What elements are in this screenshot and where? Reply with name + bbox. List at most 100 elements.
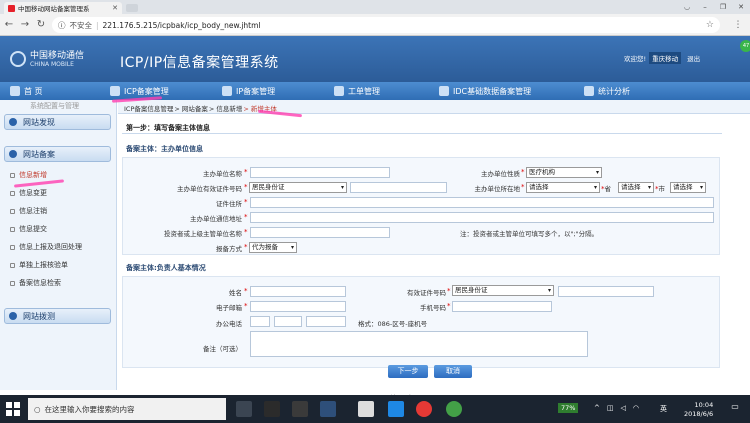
org-cert-type-select[interactable]: 居民身份证 xyxy=(249,182,347,193)
org-location-label: 主办单位所在地 xyxy=(474,185,521,193)
network-icon[interactable]: ◫ xyxy=(607,404,614,412)
report-method-select[interactable]: 代为报备 xyxy=(249,242,297,253)
required-mark: * xyxy=(521,183,525,191)
windows-start-icon[interactable] xyxy=(4,400,22,418)
sidebar-item-submit[interactable]: 信息提交 xyxy=(10,222,47,236)
browser-menu-icon[interactable]: ⋮ xyxy=(732,17,744,33)
edge-browser-icon[interactable] xyxy=(388,401,404,417)
forward-button[interactable]: → xyxy=(18,17,32,33)
name-input[interactable] xyxy=(250,286,346,297)
required-mark: * xyxy=(244,243,248,251)
bullet-icon xyxy=(10,190,15,196)
contact-address-input[interactable] xyxy=(250,212,714,223)
reload-button[interactable]: ↻ xyxy=(34,17,48,33)
required-mark: * xyxy=(244,228,248,236)
email-input[interactable] xyxy=(250,301,346,312)
ime-indicator[interactable]: 英 xyxy=(660,404,667,414)
notification-icon[interactable]: ▭ xyxy=(728,402,742,418)
new-tab-button[interactable] xyxy=(126,4,138,12)
phone-country-input[interactable] xyxy=(250,316,270,327)
section-org-title: 备案主体：主办单位信息 xyxy=(126,145,203,153)
nav-idc-management[interactable]: IDC基础数据备案管理 xyxy=(429,82,574,100)
id-type-select[interactable]: 居民身份证 xyxy=(452,285,554,296)
back-button[interactable]: ← xyxy=(2,17,16,33)
cancel-button[interactable]: 取消 xyxy=(434,365,472,378)
sidebar-item-search[interactable]: 备案信息检索 xyxy=(10,276,61,290)
globe-icon xyxy=(439,86,449,96)
org-nature-select[interactable]: 医疗机构 xyxy=(526,167,602,178)
bookmark-star-icon[interactable]: ☆ xyxy=(706,20,714,30)
name-label: 姓名 xyxy=(229,289,242,297)
info-icon[interactable]: ⓘ xyxy=(58,20,66,31)
maximize-button[interactable]: ❐ xyxy=(714,0,732,14)
close-window-button[interactable]: ✕ xyxy=(732,0,750,14)
nav-ip-management[interactable]: IP备案管理 xyxy=(212,82,324,100)
arrow-circle-icon xyxy=(9,312,17,320)
taskbar-search-box[interactable]: ○ 在这里输入你要搜索的内容 xyxy=(28,398,226,420)
shield-icon xyxy=(222,86,232,96)
search-placeholder: 在这里输入你要搜索的内容 xyxy=(44,404,135,414)
media-icon[interactable] xyxy=(264,401,280,417)
county-select[interactable]: 请选择 xyxy=(670,182,706,193)
security-label: 不安全 xyxy=(69,20,93,30)
remark-textarea[interactable] xyxy=(250,331,588,357)
user-icon[interactable]: ◡ xyxy=(678,0,696,14)
logout-link[interactable]: 退出 xyxy=(684,52,703,64)
phone-number-input[interactable] xyxy=(306,316,346,327)
sidebar-item-report[interactable]: 信息上报及退回处理 xyxy=(10,240,82,254)
sidebar-item-change[interactable]: 信息变更 xyxy=(10,186,47,200)
nav-statistics[interactable]: 统计分析 xyxy=(574,82,674,100)
breadcrumb-item[interactable]: > 信息新增 xyxy=(209,103,243,113)
chevron-up-icon[interactable]: ^ xyxy=(594,404,600,412)
cert-address-input[interactable] xyxy=(250,197,714,208)
arrow-circle-icon xyxy=(9,150,17,158)
app-icon[interactable] xyxy=(292,401,308,417)
bullet-icon xyxy=(10,172,15,178)
volume-icon[interactable]: ◁ xyxy=(621,404,626,412)
wechat-icon[interactable] xyxy=(446,401,462,417)
next-step-button[interactable]: 下一步 xyxy=(388,365,428,378)
address-bar[interactable]: ⓘ 不安全 | 221.176.5.215/icpbak/icp_body_ne… xyxy=(52,17,720,33)
browser-tab[interactable]: 中国移动网站备案管理系 ✕ xyxy=(4,2,122,14)
mobile-input[interactable] xyxy=(452,301,552,312)
step-title: 第一步：填写备案主体信息 xyxy=(122,122,722,134)
org-name-label: 主办单位名称 xyxy=(203,170,242,178)
sidebar-item-cancel[interactable]: 信息注销 xyxy=(10,204,47,218)
nav-home[interactable]: 首 页 xyxy=(0,82,100,100)
phone-format-hint: 格式：086-区号-座机号 xyxy=(358,320,428,328)
province-select[interactable]: 请选择 xyxy=(526,182,600,193)
chrome-browser-icon[interactable] xyxy=(416,401,432,417)
home-icon xyxy=(10,86,20,96)
system-clock[interactable]: 10:04 2018/6/6 xyxy=(684,401,713,419)
tab-close-icon[interactable]: ✕ xyxy=(112,4,118,12)
breadcrumb-item[interactable]: ICP备案信息管理 xyxy=(124,103,173,113)
phone-area-input[interactable] xyxy=(274,316,302,327)
sidebar-item-verify[interactable]: 单独上报核验单 xyxy=(10,258,68,272)
url-text[interactable]: 221.176.5.215/icpbak/icp_body_new.jhtml xyxy=(103,21,261,30)
mail-icon[interactable] xyxy=(358,401,374,417)
city-select[interactable]: 请选择 xyxy=(618,182,654,193)
store-icon[interactable] xyxy=(320,401,336,417)
nav-ticket-management[interactable]: 工单管理 xyxy=(324,82,429,100)
investor-input[interactable] xyxy=(250,227,390,238)
site-favicon-icon xyxy=(8,4,15,12)
remark-label: 备注（可选） xyxy=(203,345,242,353)
mobile-label: 手机号码 xyxy=(420,304,446,312)
wifi-icon[interactable]: ◠ xyxy=(633,404,639,412)
separator: | xyxy=(96,20,99,30)
org-cert-number-input[interactable] xyxy=(350,182,447,193)
sidebar-section-discovery[interactable]: 网站发现 xyxy=(4,114,111,130)
breadcrumb-item[interactable]: > 网站备案 xyxy=(174,103,208,113)
china-mobile-logo: 中国移动通信 CHINA MOBILE xyxy=(10,44,105,74)
task-view-icon[interactable] xyxy=(236,401,252,417)
floating-badge[interactable]: 47 xyxy=(740,40,750,52)
bullet-icon xyxy=(10,226,15,232)
org-name-input[interactable] xyxy=(250,167,390,178)
sidebar-item-new[interactable]: 信息新增 xyxy=(10,168,47,182)
minimize-button[interactable]: – xyxy=(696,0,714,14)
battery-indicator[interactable]: 77% xyxy=(558,403,579,413)
sidebar-section-probe[interactable]: 网站拨测 xyxy=(4,308,111,324)
id-number-input[interactable] xyxy=(558,286,654,297)
system-tray[interactable]: ^ ◫ ◁ ◠ xyxy=(594,404,639,412)
sidebar-section-filing[interactable]: 网站备案 xyxy=(4,146,111,162)
